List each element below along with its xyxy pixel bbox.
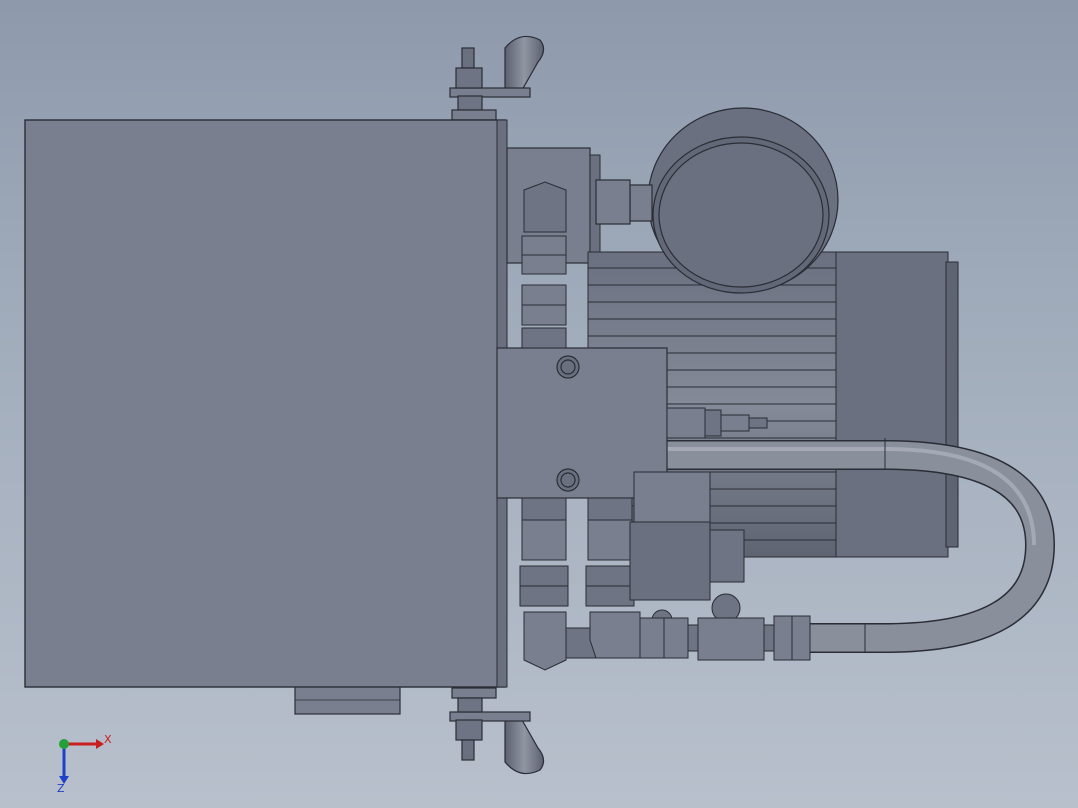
top-lifting-handle [449,35,545,121]
bottom-lifting-handle [449,687,545,775]
model-view[interactable]: X Z [0,0,1078,808]
triad-x-label: X [104,733,112,746]
upper-fittings [521,181,567,349]
coordinate-triad: X Z [57,733,112,795]
triad-y-axis [59,739,69,749]
lower-fittings [519,497,641,671]
triad-z-label: Z [57,782,65,795]
outlet-fittings [639,615,811,661]
oil-tank[interactable] [24,119,508,688]
cad-viewport[interactable]: X Z [0,0,1078,808]
